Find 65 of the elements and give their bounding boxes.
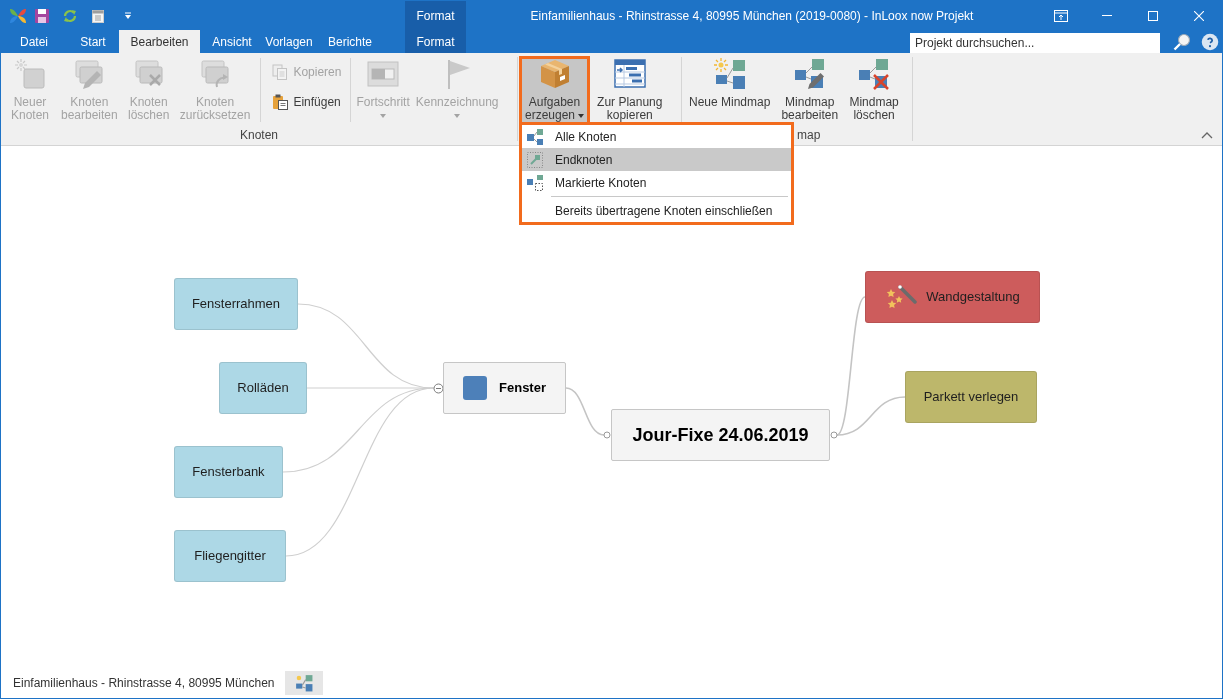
ribbon-tab[interactable]: Format xyxy=(405,30,466,53)
ribbon-button[interactable]: Mindmap löschen xyxy=(847,56,902,125)
gantt-chart-icon xyxy=(613,58,646,90)
anchor-dot-icon xyxy=(603,431,611,439)
ribbon-tab[interactable]: Start xyxy=(67,30,119,53)
collapse-ribbon-button[interactable] xyxy=(1200,130,1214,140)
mindmap-sparkle-icon xyxy=(713,58,746,90)
mindmap-icon xyxy=(526,127,544,146)
mindmap-node[interactable]: Fliegengitter xyxy=(174,530,286,582)
ribbon-display-icon xyxy=(1054,9,1068,22)
copy-icon xyxy=(272,64,289,80)
caret-icon xyxy=(454,113,461,118)
mindmap-node[interactable]: Wandgestaltung xyxy=(865,271,1040,323)
root-node[interactable]: Jour-Fixe 24.06.2019 xyxy=(611,409,830,461)
mindmap-node[interactable]: Fensterrahmen xyxy=(174,278,298,330)
magic-wand-icon xyxy=(885,283,918,311)
maximize-icon xyxy=(1148,10,1158,21)
ribbon-button[interactable]: Aufgaben erzeugen xyxy=(519,56,591,125)
package-icon xyxy=(538,58,571,90)
caret-icon xyxy=(380,113,387,118)
ribbon-tab[interactable]: Berichte xyxy=(314,30,386,53)
dashed-node-icon xyxy=(526,173,544,192)
ribbon-tab[interactable]: Bearbeiten xyxy=(119,30,200,53)
mindmap-node[interactable]: Parkett verlegen xyxy=(905,371,1037,423)
card-sparkle-icon xyxy=(14,58,46,90)
save-icon[interactable] xyxy=(34,7,50,24)
ribbon-button[interactable]: Zur Planung kopieren xyxy=(595,56,665,125)
document-icon[interactable] xyxy=(90,7,106,24)
dotted-node-icon xyxy=(526,150,544,169)
window-title: Einfamilienhaus - Rhinstrasse 4, 80995 München (2019-0080) - InLoox now Projekt xyxy=(530,7,974,25)
minimize-icon xyxy=(1102,15,1112,16)
caret-icon[interactable] xyxy=(124,11,132,20)
group-label: Knoten xyxy=(239,127,278,144)
chevron-up-icon xyxy=(1201,131,1213,139)
group-label: map xyxy=(797,127,821,144)
collapse-icon[interactable] xyxy=(432,382,444,394)
menu-item[interactable]: Endknoten xyxy=(522,148,791,171)
paste-icon xyxy=(272,94,289,110)
mindmap-sparkle-icon xyxy=(295,674,314,692)
mindmap-pencil-icon xyxy=(793,58,826,90)
cards-arrow-icon xyxy=(199,58,232,90)
mindmap-view-button[interactable] xyxy=(285,671,324,695)
status-text: Einfamilienhaus - Rhinstrasse 4, 80995 München xyxy=(13,675,275,692)
ribbon-tab[interactable]: Datei xyxy=(1,30,67,53)
ribbon-tab[interactable]: Vorlagen xyxy=(264,30,314,53)
cards-pencil-icon xyxy=(73,58,106,90)
ribbon-button[interactable]: Einfügen xyxy=(269,91,344,113)
anchor-dot-icon xyxy=(830,431,838,439)
mindmap-node[interactable]: Fensterbank xyxy=(174,446,283,498)
ribbon-tab[interactable]: Ansicht xyxy=(200,30,264,53)
mindmap-cross-icon xyxy=(858,58,891,90)
search-icon xyxy=(1173,33,1191,51)
context-tab-header: Format xyxy=(405,1,466,30)
ribbon-button[interactable]: Mindmap bearbeiten xyxy=(779,56,841,125)
connector-line xyxy=(565,387,605,436)
help-icon xyxy=(1201,33,1219,51)
ribbon-button[interactable]: Neue Mindmap xyxy=(687,56,773,125)
mindmap-node[interactable]: Rolläden xyxy=(219,362,307,414)
progress-bar-icon xyxy=(367,58,400,90)
mindmap-node[interactable]: Fenster xyxy=(443,362,566,414)
close-icon xyxy=(1194,10,1204,21)
caret-icon xyxy=(578,113,585,118)
search-field[interactable]: Projekt durchsuchen... xyxy=(910,33,1160,53)
refresh-icon[interactable] xyxy=(62,7,78,24)
square-icon xyxy=(463,376,487,400)
